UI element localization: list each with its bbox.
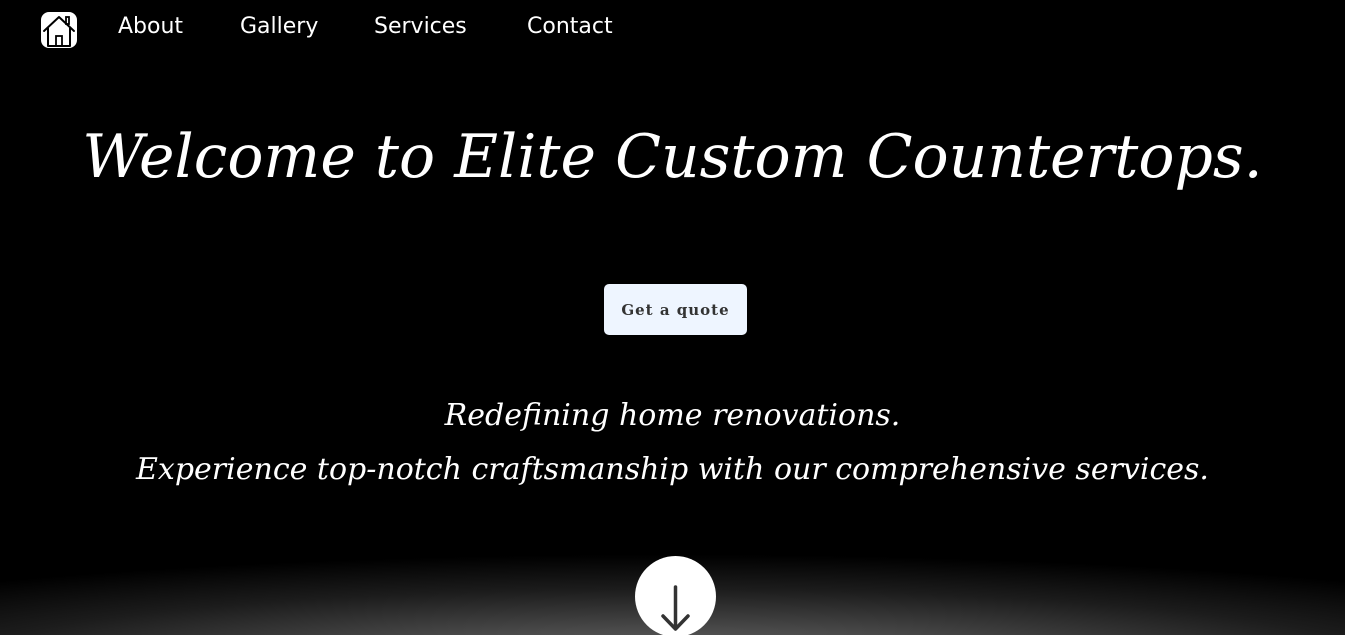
nav-link-gallery[interactable]: Gallery (240, 14, 318, 39)
tagline-secondary: Experience top-notch craftsmanship with … (136, 452, 1209, 487)
navbar: About Gallery Services Contact (0, 0, 1345, 60)
nav-link-services[interactable]: Services (374, 14, 467, 39)
nav-link-about[interactable]: About (118, 14, 183, 39)
arrow-down-icon (661, 585, 690, 631)
nav-link-contact[interactable]: Contact (527, 14, 613, 39)
home-link[interactable] (39, 10, 79, 50)
get-quote-button[interactable]: Get a quote (604, 284, 747, 335)
hero-title: Welcome to Elite Custom Countertops. (82, 122, 1263, 192)
home-icon (39, 10, 79, 50)
tagline-primary: Redefining home renovations. (444, 398, 901, 433)
scroll-down-button[interactable] (635, 556, 716, 635)
